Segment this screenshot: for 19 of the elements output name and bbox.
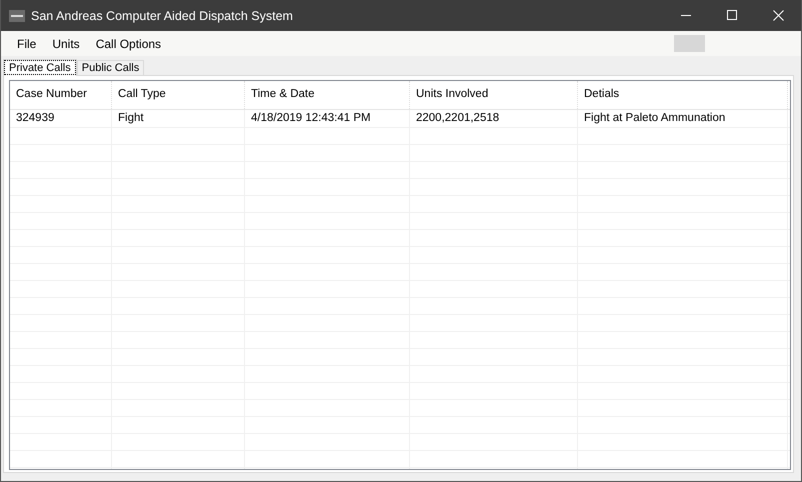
menu-item[interactable]: File [9,36,44,50]
maximize-icon [726,10,738,21]
table-cell: 2200,2201,2518 [410,110,578,127]
table-cell: Fight [112,110,245,127]
column-header[interactable]: Time & Date [245,81,410,109]
menu-item[interactable]: Units [44,36,88,50]
column-header[interactable]: Units Involved [410,81,578,109]
table-cell: 324939 [10,110,112,127]
column-header[interactable]: Case Number [10,81,112,109]
app-icon [9,10,25,22]
tab[interactable]: Public Calls [76,60,144,75]
close-icon [772,10,784,21]
table-cell: Fight at Paleto Ammunation [578,110,788,127]
table-cell: 4/18/2019 12:43:41 PM [245,110,410,127]
window-title: San Andreas Computer Aided Dispatch System [31,8,293,22]
column-header[interactable]: Call Type [112,81,245,109]
menu-item[interactable]: Call Options [88,36,170,50]
column-header[interactable]: Detials [578,81,788,109]
tab[interactable]: Private Calls [3,59,77,76]
